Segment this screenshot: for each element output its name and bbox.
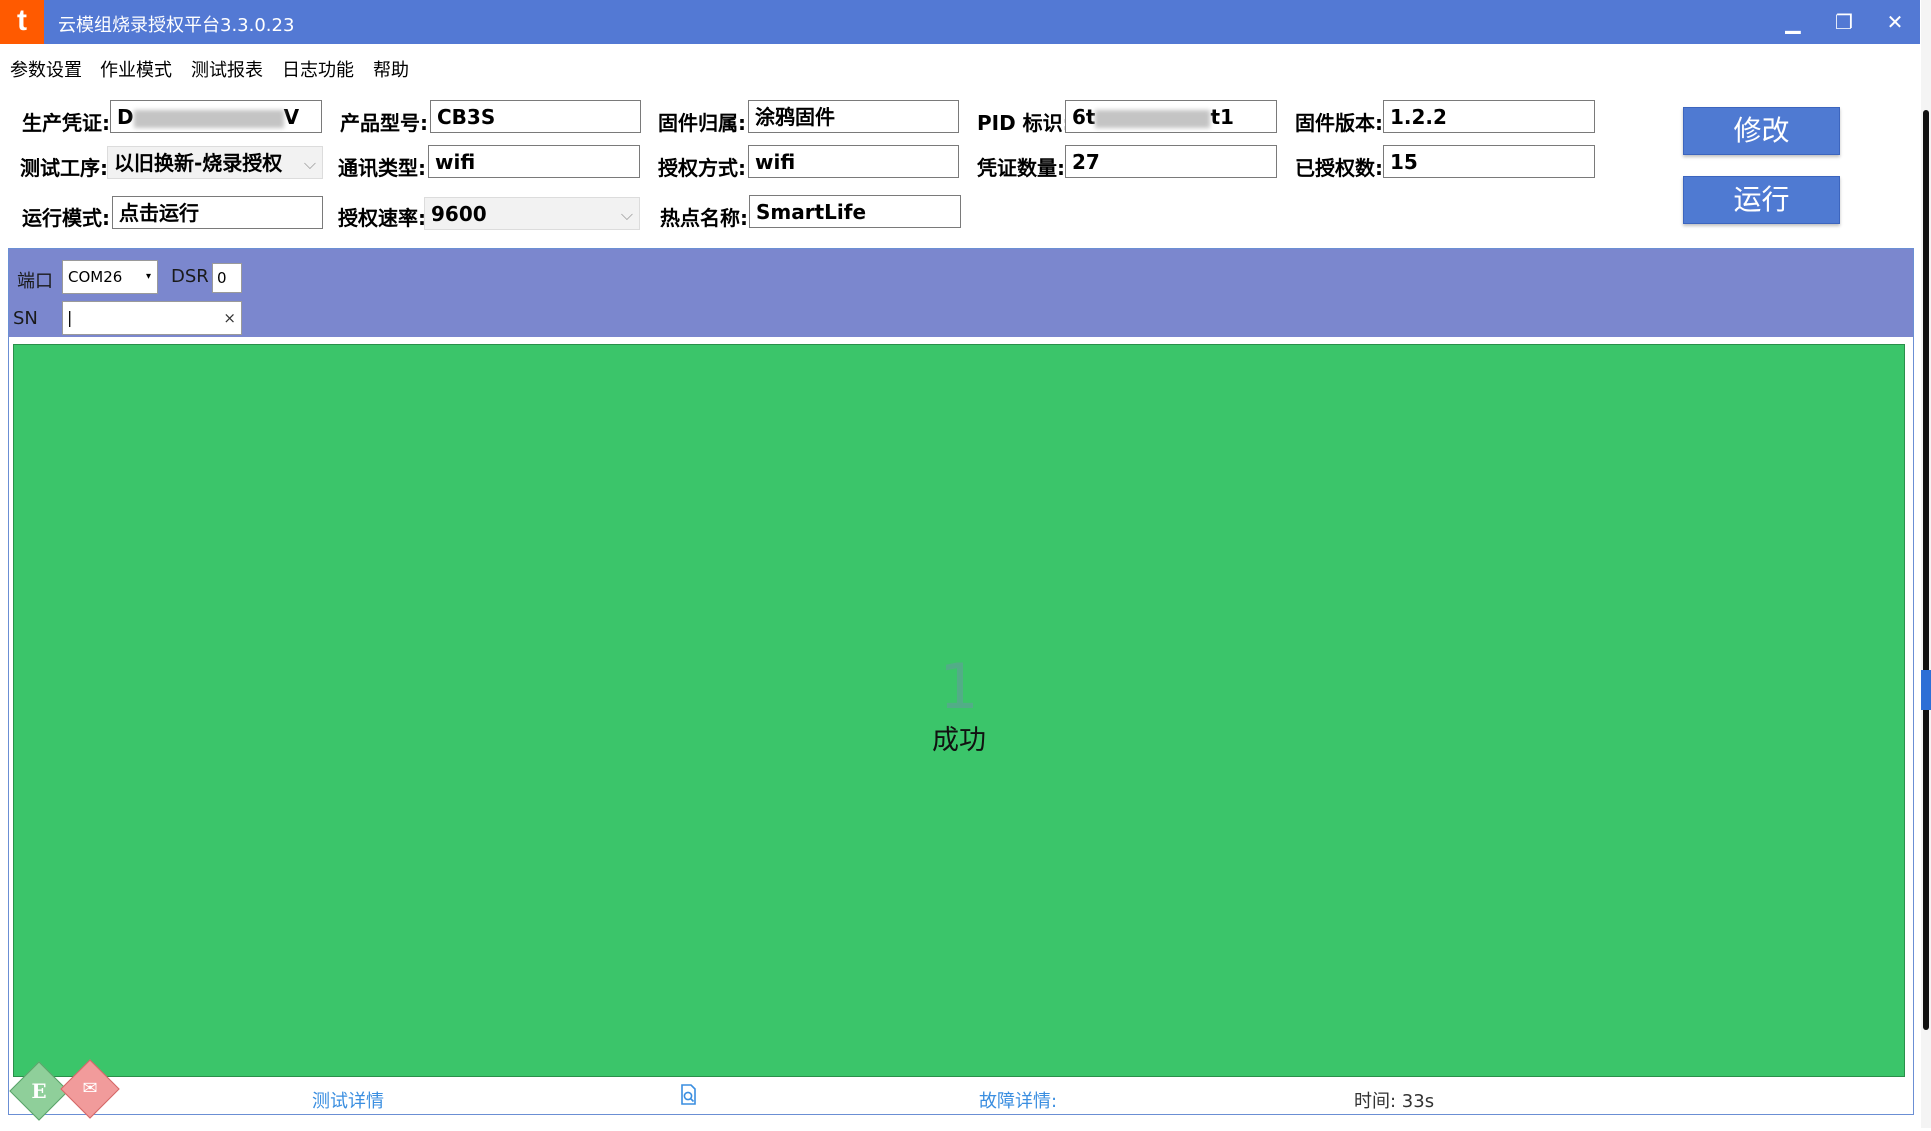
run-mode-label: 运行模式: [22, 206, 110, 230]
chevron-down-icon: ⌵ [620, 205, 633, 224]
auth-rate-value: 9600 [431, 202, 487, 226]
auth-method-label: 授权方式: [658, 156, 746, 180]
test-details-link[interactable]: 测试详情 [312, 1087, 384, 1113]
mail-icon: ✉ [82, 1078, 98, 1099]
sn-input[interactable]: | × [62, 301, 242, 335]
title-bar: t 云模组烧录授权平台3.3.0.23 ▁ ❐ ✕ [0, 0, 1920, 44]
hotspot-name-field[interactable]: SmartLife [749, 195, 961, 228]
elapsed-time: 时间: 33s [1354, 1091, 1435, 1112]
firmware-version-field[interactable]: 1.2.2 [1383, 100, 1595, 133]
credential-label: 生产凭证: [22, 111, 110, 135]
result-status: 成功 [932, 725, 986, 756]
minimize-icon[interactable]: ▁ [1778, 8, 1808, 36]
menu-item-work-mode[interactable]: 作业模式 [100, 56, 172, 82]
credential-count-label: 凭证数量: [977, 156, 1065, 180]
station-panel: 端口 COM26 ▾ DSR 0 SN | × 1 成功 测试详情 故障详情: … [8, 248, 1914, 1121]
firmware-version-label: 固件版本: [1295, 111, 1383, 135]
redacted-mask [1095, 109, 1211, 128]
document-search-icon[interactable] [679, 1084, 699, 1111]
test-process-value: 以旧换新-烧录授权 [114, 151, 283, 175]
comm-type-field[interactable]: wifi [428, 145, 640, 178]
port-label: 端口 [17, 271, 53, 292]
scrollbar-thumb[interactable] [1923, 110, 1929, 1030]
firmware-owner-label: 固件归属: [658, 111, 746, 135]
credential-count-field[interactable]: 27 [1065, 145, 1277, 178]
sn-label: SN [13, 308, 38, 329]
menu-item-test-report[interactable]: 测试报表 [191, 56, 263, 82]
result-panel: 1 成功 [13, 344, 1905, 1077]
authorized-count-field[interactable]: 15 [1383, 145, 1595, 178]
product-model-field[interactable]: CB3S [430, 100, 641, 133]
credential-value-start: D [117, 105, 134, 129]
credential-field[interactable]: DV [110, 100, 322, 133]
port-select[interactable]: COM26 ▾ [62, 260, 158, 294]
pid-field[interactable]: 6t t1 [1065, 100, 1277, 133]
auth-method-field[interactable]: wifi [748, 145, 959, 178]
result-count: 1 [939, 650, 979, 723]
pid-label: PID 标识: [977, 111, 1071, 135]
menu-item-help[interactable]: 帮助 [373, 56, 409, 82]
chevron-down-icon: ▾ [145, 271, 151, 282]
port-value: COM26 [68, 268, 123, 286]
restore-icon[interactable]: ❐ [1829, 8, 1859, 36]
window-title: 云模组烧录授权平台3.3.0.23 [58, 15, 295, 36]
firmware-owner-field[interactable]: 涂鸦固件 [748, 100, 959, 133]
run-mode-field[interactable]: 点击运行 [112, 196, 323, 229]
pid-value-start: 6t [1072, 105, 1096, 129]
redacted-mask [133, 109, 284, 128]
station-footer: 测试详情 故障详情: 时间: 33s [9, 1079, 1913, 1113]
run-button[interactable]: 运行 [1683, 176, 1840, 224]
auth-rate-select[interactable]: 9600 ⌵ [424, 197, 640, 230]
comm-type-label: 通讯类型: [338, 156, 426, 180]
station-toolbar: 端口 COM26 ▾ DSR 0 SN | × [9, 249, 1913, 337]
badge-e-text: E [31, 1079, 47, 1103]
menu-bar: 参数设置 作业模式 测试报表 日志功能 帮助 [0, 44, 1920, 86]
menu-item-params[interactable]: 参数设置 [10, 56, 82, 82]
dsr-label: DSR [171, 266, 209, 287]
chevron-down-icon: ⌵ [303, 154, 316, 173]
sn-cursor: | [67, 308, 73, 327]
authorized-count-label: 已授权数: [1295, 156, 1383, 180]
pid-value-end: t1 [1210, 105, 1234, 129]
scrollbar[interactable] [1921, 0, 1931, 1128]
clear-icon[interactable]: × [223, 302, 236, 334]
hotspot-name-label: 热点名称: [660, 206, 748, 230]
fault-details-link[interactable]: 故障详情: [979, 1087, 1057, 1113]
auth-rate-label: 授权速率: [338, 206, 426, 230]
test-process-label: 测试工序: [20, 156, 108, 180]
product-model-label: 产品型号: [340, 111, 428, 135]
close-icon[interactable]: ✕ [1880, 8, 1910, 36]
modify-button[interactable]: 修改 [1683, 107, 1840, 155]
menu-item-log[interactable]: 日志功能 [282, 56, 354, 82]
app-logo: t [0, 0, 44, 44]
credential-value-end: V [283, 105, 300, 129]
dsr-field[interactable]: 0 [212, 263, 242, 293]
test-process-select[interactable]: 以旧换新-烧录授权 ⌵ [107, 146, 323, 179]
scrollbar-accent [1921, 670, 1931, 710]
